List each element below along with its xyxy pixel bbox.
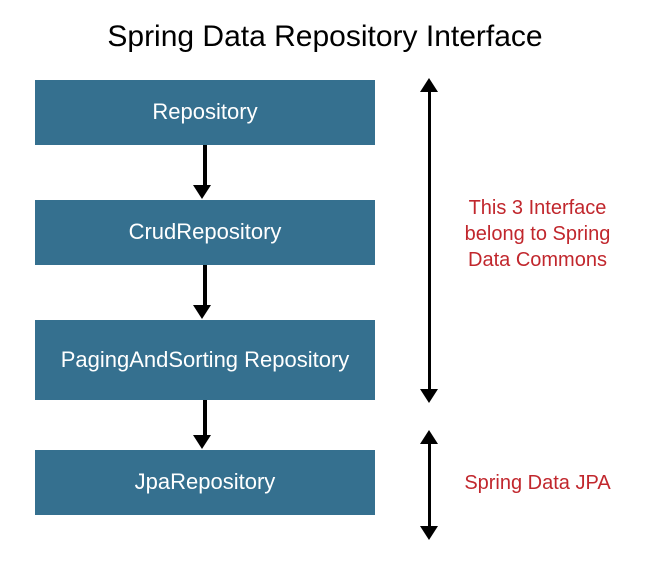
box-paging-sorting-repository: PagingAndSorting Repository: [35, 320, 375, 400]
annotation-spring-data-commons: This 3 Interface belong to Spring Data C…: [455, 195, 620, 273]
box-label: CrudRepository: [129, 219, 282, 245]
arrow-down-icon: [200, 265, 210, 319]
box-repository: Repository: [35, 80, 375, 145]
box-label: JpaRepository: [135, 469, 276, 495]
arrow-down-icon: [200, 400, 210, 449]
box-jpa-repository: JpaRepository: [35, 450, 375, 515]
range-arrow-icon: [420, 430, 440, 540]
box-crud-repository: CrudRepository: [35, 200, 375, 265]
box-label: Repository: [152, 99, 257, 125]
arrow-down-icon: [200, 145, 210, 199]
diagram-title: Spring Data Repository Interface: [0, 20, 650, 54]
annotation-spring-data-jpa: Spring Data JPA: [455, 470, 620, 496]
range-arrow-icon: [420, 78, 440, 403]
box-label: PagingAndSorting Repository: [61, 347, 350, 373]
